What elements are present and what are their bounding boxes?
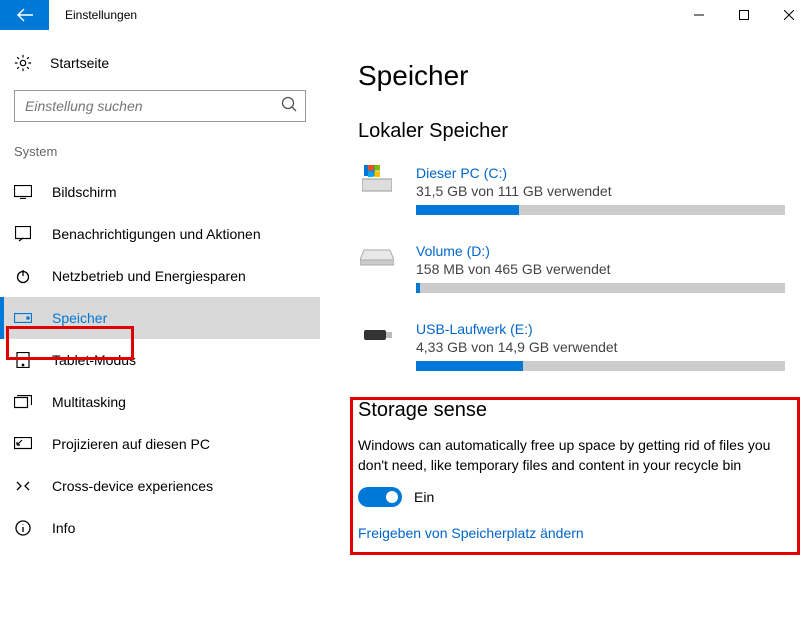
drive-usage: 158 MB von 465 GB verwendet [416, 261, 785, 277]
drive-name: USB-Laufwerk (E:) [416, 321, 785, 337]
storage-sense-description: Windows can automatically free up space … [358, 436, 785, 475]
drive-d[interactable]: Volume (D:) 158 MB von 465 GB verwendet [358, 243, 785, 293]
sidebar-item-label: Cross-device experiences [52, 478, 213, 494]
sidebar-item-storage[interactable]: Speicher [0, 297, 320, 339]
sidebar-item-display[interactable]: Bildschirm [0, 171, 320, 213]
search-input[interactable] [14, 90, 306, 122]
display-icon [14, 183, 32, 201]
section-title: System [0, 144, 320, 171]
usb-drive-icon [358, 321, 396, 349]
window-title: Einstellungen [49, 0, 676, 30]
info-icon [14, 519, 32, 537]
drive-info: Dieser PC (C:) 31,5 GB von 111 GB verwen… [416, 165, 785, 215]
sidebar-item-label: Info [52, 520, 75, 536]
gear-icon [14, 54, 32, 72]
back-button[interactable] [0, 0, 49, 30]
change-free-up-link[interactable]: Freigeben von Speicherplatz ändern [358, 525, 584, 541]
drive-e[interactable]: USB-Laufwerk (E:) 4,33 GB von 14,9 GB ve… [358, 321, 785, 371]
search-icon [280, 95, 300, 120]
hdd-icon [358, 243, 396, 271]
tablet-icon [14, 351, 32, 369]
main-panel: Speicher Lokaler Speicher Dieser PC (C:)… [320, 30, 811, 619]
cross-device-icon [14, 477, 32, 495]
drive-bar [416, 205, 785, 215]
sidebar-item-label: Tablet-Modus [52, 352, 136, 368]
projecting-icon [14, 435, 32, 453]
sidebar-item-label: Netzbetrieb und Energiesparen [52, 268, 246, 284]
home-row[interactable]: Startseite [0, 50, 320, 90]
sidebar-item-notifications[interactable]: Benachrichtigungen und Aktionen [0, 213, 320, 255]
drive-bar [416, 283, 785, 293]
sidebar-item-tablet[interactable]: Tablet-Modus [0, 339, 320, 381]
storage-sense-title: Storage sense [358, 399, 785, 422]
sidebar-item-label: Bildschirm [52, 184, 117, 200]
drive-info: Volume (D:) 158 MB von 465 GB verwendet [416, 243, 785, 293]
sidebar-item-multitasking[interactable]: Multitasking [0, 381, 320, 423]
drive-c[interactable]: Dieser PC (C:) 31,5 GB von 111 GB verwen… [358, 165, 785, 215]
drive-info: USB-Laufwerk (E:) 4,33 GB von 14,9 GB ve… [416, 321, 785, 371]
drive-usage: 4,33 GB von 14,9 GB verwendet [416, 339, 785, 355]
drive-name: Volume (D:) [416, 243, 785, 259]
sidebar-item-label: Speicher [52, 310, 107, 326]
sidebar-item-info[interactable]: Info [0, 507, 320, 549]
sidebar-item-label: Projizieren auf diesen PC [52, 436, 210, 452]
search-wrap [14, 90, 306, 122]
multitasking-icon [14, 393, 32, 411]
toggle-knob [386, 491, 398, 503]
window-controls [676, 0, 811, 30]
drive-usage: 31,5 GB von 111 GB verwendet [416, 183, 785, 199]
drive-name: Dieser PC (C:) [416, 165, 785, 181]
power-icon [14, 267, 32, 285]
windows-drive-icon [358, 165, 396, 193]
close-button[interactable] [766, 0, 811, 30]
title-bar: Einstellungen [0, 0, 811, 30]
storage-icon [14, 309, 32, 327]
home-label: Startseite [50, 55, 109, 71]
maximize-button[interactable] [721, 0, 766, 30]
sidebar-item-label: Multitasking [52, 394, 126, 410]
storage-sense-toggle[interactable] [358, 487, 402, 507]
drive-bar [416, 361, 785, 371]
storage-sense-state-label: Ein [414, 489, 434, 505]
local-storage-title: Lokaler Speicher [358, 120, 785, 143]
notifications-icon [14, 225, 32, 243]
page-title: Speicher [358, 60, 785, 92]
sidebar: Startseite System Bildschirm Benachricht… [0, 30, 320, 619]
sidebar-item-cross-device[interactable]: Cross-device experiences [0, 465, 320, 507]
sidebar-item-power[interactable]: Netzbetrieb und Energiesparen [0, 255, 320, 297]
sidebar-item-label: Benachrichtigungen und Aktionen [52, 226, 261, 242]
storage-sense-toggle-row: Ein [358, 487, 785, 507]
sidebar-item-projecting[interactable]: Projizieren auf diesen PC [0, 423, 320, 465]
minimize-button[interactable] [676, 0, 721, 30]
